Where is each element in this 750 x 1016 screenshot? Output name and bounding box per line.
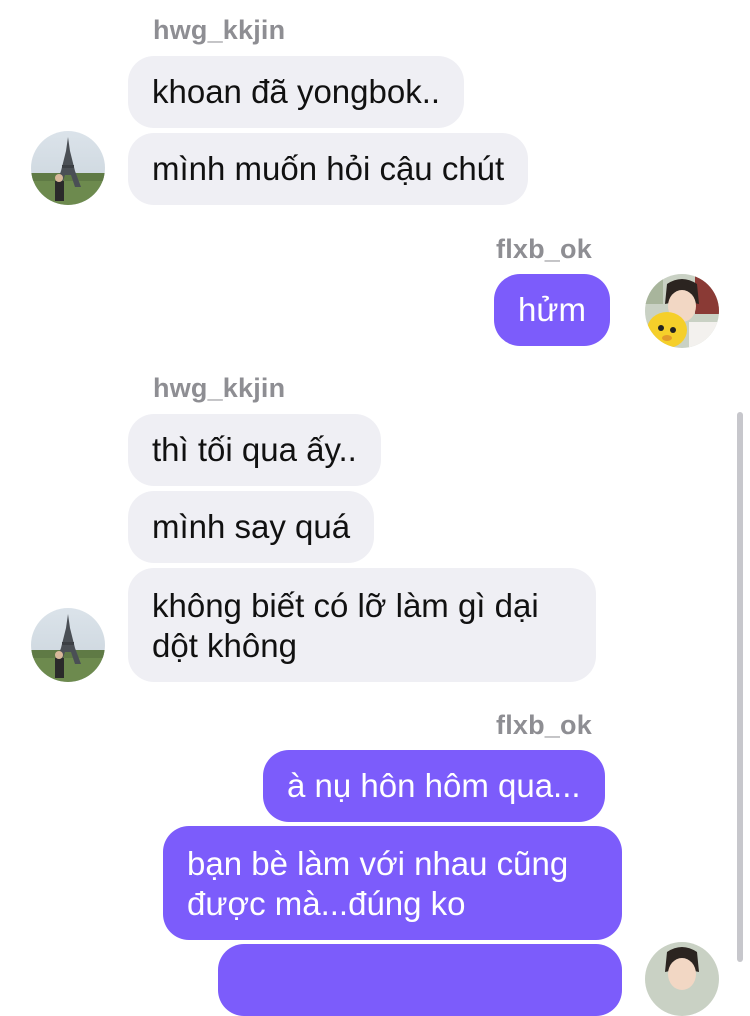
eiffel-tower-avatar-icon[interactable] — [31, 131, 105, 205]
message-bubble-outgoing[interactable]: à nụ hôn hôm qua... — [263, 750, 605, 822]
scrollbar[interactable] — [737, 412, 743, 962]
message-bubble-incoming[interactable]: không biết có lỡ làm gì dại dột không — [128, 568, 596, 682]
chat-thread: hwg_kkjin khoan đã yongbok.. mình muốn h… — [0, 0, 750, 1016]
yellow-plush-avatar-icon[interactable] — [645, 274, 719, 348]
message-bubble-outgoing[interactable]: bạn bè làm với nhau cũng được mà...đúng … — [163, 826, 622, 940]
message-bubble-outgoing[interactable]: hửm — [494, 274, 610, 346]
message-bubble-incoming[interactable]: mình muốn hỏi cậu chút — [128, 133, 529, 205]
self-avatar-icon[interactable] — [645, 942, 719, 1016]
eiffel-tower-avatar-icon[interactable] — [31, 608, 105, 682]
message-bubble-outgoing[interactable] — [218, 944, 622, 1016]
sender-name: flxb_ok — [496, 710, 592, 740]
sender-name: hwg_kkjin — [153, 373, 286, 403]
sender-name: flxb_ok — [496, 234, 592, 264]
message-bubble-incoming[interactable]: khoan đã yongbok.. — [128, 56, 465, 128]
sender-name: hwg_kkjin — [153, 15, 286, 45]
message-bubble-incoming[interactable]: mình say quá — [128, 491, 375, 563]
message-bubble-incoming[interactable]: thì tối qua ấy.. — [128, 414, 381, 486]
